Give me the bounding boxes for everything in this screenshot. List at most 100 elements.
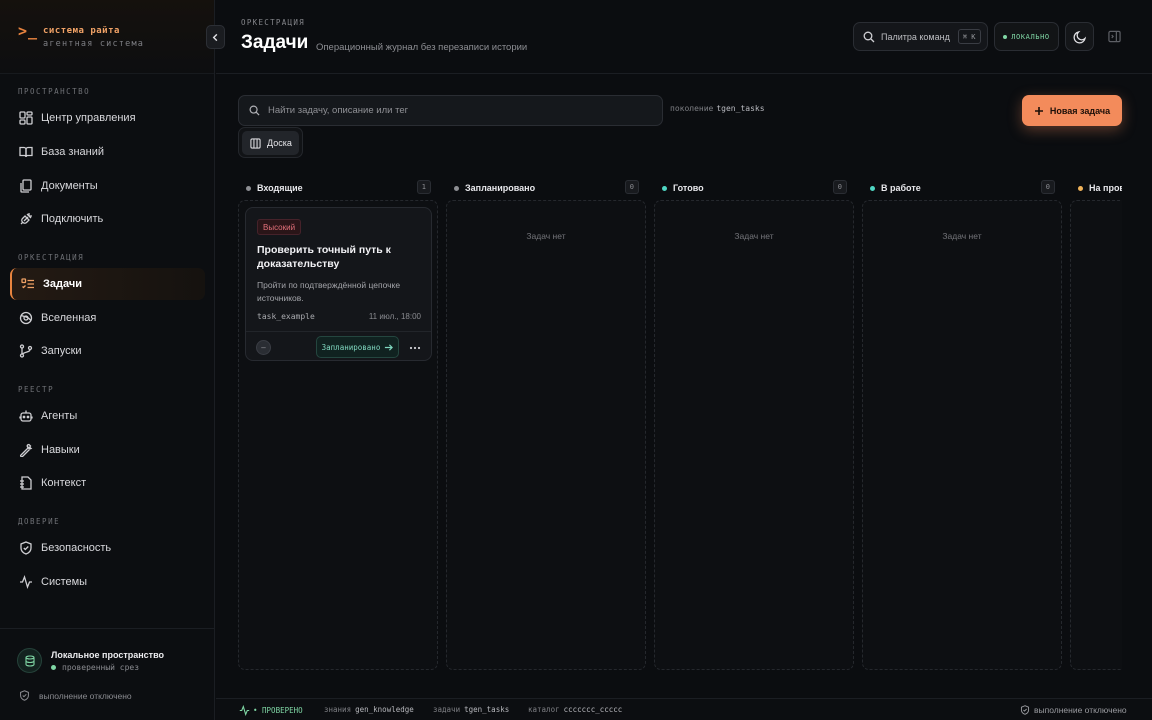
catalog-status: каталог ccccccc_ccccc	[528, 705, 622, 714]
sidebar-item-skills[interactable]: Навыки	[10, 434, 205, 466]
page-header: ОРКЕСТРАЦИЯ Задачи Операционный журнал б…	[216, 0, 1152, 74]
sidebar-item-label: Контекст	[41, 477, 87, 489]
activity-icon	[18, 575, 33, 590]
more-horizontal-icon	[409, 346, 421, 349]
toggle-panel-button[interactable]	[1100, 22, 1129, 51]
activity-icon	[239, 705, 250, 716]
brand-title: система райта	[43, 26, 120, 36]
workspace-panel[interactable]: Локальное пространство проверенный срез …	[0, 628, 215, 720]
sidebar-item-systems[interactable]: Системы	[10, 566, 205, 598]
sidebar-item-control-center[interactable]: Центр управления	[10, 102, 205, 134]
move-to-planned-button[interactable]: Запланировано	[316, 336, 399, 358]
workspace-status-text: проверенный срез	[62, 663, 140, 672]
bot-icon	[18, 409, 33, 424]
documents-icon	[18, 179, 33, 194]
column-header: Запланировано 0	[454, 180, 639, 196]
execution-status-footer: выполнение отключено	[1020, 705, 1127, 715]
column-header: Готово 0	[662, 180, 847, 196]
sidebar-item-context[interactable]: Контекст	[10, 467, 205, 499]
view-board-button[interactable]: Доска	[242, 131, 299, 155]
column-in-progress: В работе 0 Задач нет	[862, 170, 1062, 670]
card-title: Проверить точный путь к доказательству	[257, 244, 391, 270]
sidebar-item-connect[interactable]: Подключить	[10, 203, 205, 235]
tasks-status: задачи tgen_tasks	[433, 705, 509, 714]
verified-text: • ПРОВЕРЕНО	[253, 706, 303, 715]
column-body: Задач нет	[446, 200, 646, 670]
column-header: В работе 0	[870, 180, 1055, 196]
sidebar-item-universe[interactable]: Вселенная	[10, 302, 205, 334]
local-status-badge[interactable]: ЛОКАЛЬНО	[994, 22, 1059, 51]
execution-status-text: выполнение отключено	[39, 690, 132, 701]
breadcrumb: ОРКЕСТРАЦИЯ	[241, 18, 305, 27]
column-body	[1070, 200, 1122, 670]
column-inbox: Входящие 1 Высокий Проверить точный путь…	[238, 170, 438, 670]
column-ready: Готово 0 Задач нет	[654, 170, 854, 670]
task-card[interactable]: Высокий Проверить точный путь к доказате…	[245, 207, 432, 361]
workspace-name: Локальное пространство	[51, 650, 165, 660]
book-icon	[18, 145, 33, 160]
sidebar-item-runs[interactable]: Запуски	[10, 335, 205, 367]
page-subtitle: Операционный журнал без перезаписи истор…	[316, 42, 528, 53]
column-title: В работе	[881, 183, 921, 193]
execution-footer-text: выполнение отключено	[1034, 705, 1127, 715]
empty-state: Задач нет	[526, 231, 566, 241]
knowledge-value: gen_knowledge	[355, 705, 414, 714]
column-body: Задач нет	[862, 200, 1062, 670]
generation-label: поколение	[670, 104, 714, 113]
column-count: 1	[416, 180, 431, 194]
column-body: Высокий Проверить точный путь к доказате…	[238, 200, 438, 670]
sidebar-item-label: Безопасность	[41, 542, 112, 554]
sidebar-item-documents[interactable]: Документы	[10, 170, 205, 202]
card-menu-button[interactable]	[406, 340, 424, 355]
card-footer: – Запланировано	[246, 331, 431, 361]
command-palette-button[interactable]: Палитра команд ⌘ K	[853, 22, 988, 51]
view-switcher: Доска	[238, 127, 303, 158]
column-count: 0	[1040, 180, 1055, 194]
assignee-avatar[interactable]: –	[256, 340, 271, 355]
dashboard-icon	[18, 111, 33, 126]
new-task-label: Новая задача	[1049, 105, 1111, 116]
column-count: 0	[624, 180, 639, 194]
sidebar: >_ система райта агентная система ПРОСТР…	[0, 0, 215, 720]
generation-info: поколение tgen_tasks	[670, 104, 765, 113]
column-count: 0	[832, 180, 847, 194]
column-body: Задач нет	[654, 200, 854, 670]
column-title: Входящие	[257, 183, 303, 193]
brand[interactable]: >_ система райта агентная система	[0, 0, 214, 74]
shortcut-hint: ⌘ K	[957, 29, 981, 44]
nav-section-trust: ДОВЕРИЕ	[18, 517, 61, 526]
shield-icon	[1020, 705, 1030, 715]
column-header: На прове	[1078, 180, 1122, 196]
status-dot-icon	[1003, 34, 1008, 39]
sidebar-item-label: Документы	[41, 180, 98, 192]
search-icon	[249, 105, 260, 116]
local-badge-text: ЛОКАЛЬНО	[1011, 32, 1050, 41]
command-palette-label: Палитра команд	[881, 31, 950, 42]
plus-icon	[1034, 106, 1043, 115]
status-dot-icon	[51, 665, 56, 670]
sidebar-item-agents[interactable]: Агенты	[10, 400, 205, 432]
terminal-logo-icon: >_	[18, 22, 39, 40]
arrow-right-icon	[385, 343, 394, 351]
universe-icon	[18, 311, 33, 326]
sidebar-item-label: Запуски	[41, 345, 82, 357]
sidebar-item-label: Центр управления	[41, 112, 136, 124]
sidebar-item-label: Подключить	[41, 213, 104, 225]
view-board-label: Доска	[267, 138, 292, 148]
sidebar-item-label: Вселенная	[41, 312, 97, 324]
sidebar-item-security[interactable]: Безопасность	[10, 532, 205, 564]
shield-icon	[18, 541, 33, 556]
new-task-button[interactable]: Новая задача	[1022, 95, 1122, 126]
column-dot-icon	[454, 185, 459, 191]
task-search[interactable]	[238, 95, 663, 126]
sidebar-item-knowledge-base[interactable]: База знаний	[10, 136, 205, 168]
sidebar-item-tasks[interactable]: Задачи	[10, 268, 205, 300]
search-input[interactable]	[268, 105, 648, 116]
column-dot-icon	[662, 185, 667, 191]
collapse-sidebar-button[interactable]	[206, 25, 225, 49]
theme-toggle-button[interactable]	[1065, 22, 1094, 51]
verified-status: • ПРОВЕРЕНО	[239, 705, 303, 716]
column-title: Запланировано	[465, 183, 536, 193]
move-label: Запланировано	[321, 342, 381, 352]
column-planned: Запланировано 0 Задач нет	[446, 170, 646, 670]
